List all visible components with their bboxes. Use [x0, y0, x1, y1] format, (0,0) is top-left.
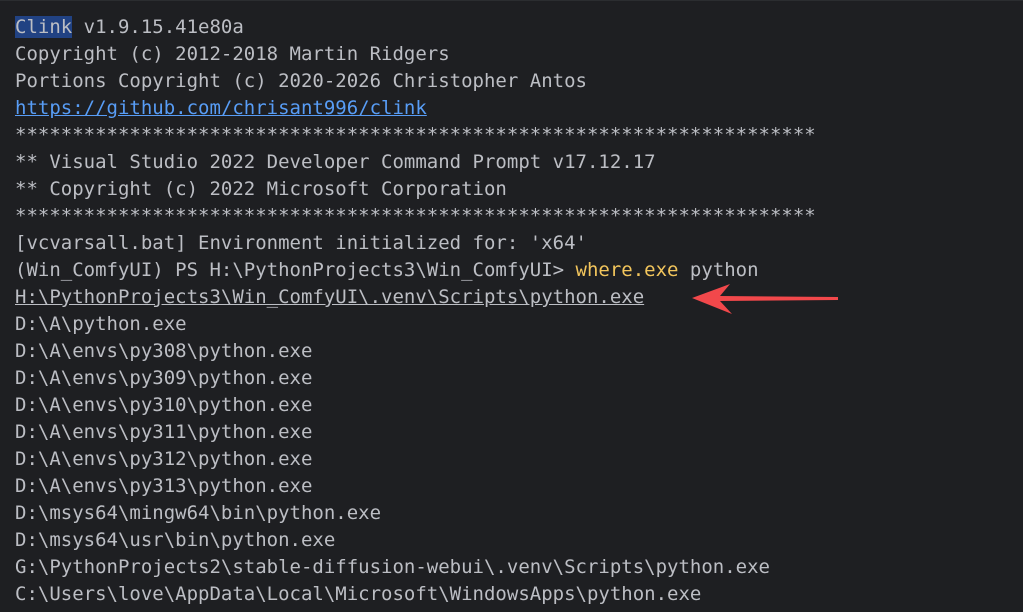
- result-line: G:\PythonProjects2\stable-diffusion-webu…: [15, 556, 770, 578]
- shell-prompt: (Win_ComfyUI) PS H:\PythonProjects3\Win_…: [15, 259, 576, 281]
- clink-name-selection[interactable]: Clink: [15, 16, 73, 38]
- vs-title-line: ** Visual Studio 2022 Developer Command …: [15, 151, 656, 173]
- copyright-line-2: Portions Copyright (c) 2020-2026 Christo…: [15, 70, 587, 92]
- result-line: D:\A\envs\py313\python.exe: [15, 475, 313, 497]
- vcvarsall-line: [vcvarsall.bat] Environment initialized …: [15, 232, 587, 254]
- result-line: D:\A\envs\py309\python.exe: [15, 367, 313, 389]
- result-line: D:\A\envs\py312\python.exe: [15, 448, 313, 470]
- copyright-line-1: Copyright (c) 2012-2018 Martin Ridgers: [15, 43, 450, 65]
- vs-copyright-line: ** Copyright (c) 2022 Microsoft Corporat…: [15, 178, 507, 200]
- result-line: D:\msys64\usr\bin\python.exe: [15, 529, 336, 551]
- result-line: D:\A\envs\py310\python.exe: [15, 394, 313, 416]
- result-line: C:\Users\love\AppData\Local\Microsoft\Wi…: [15, 583, 702, 605]
- clink-version: v1.9.15.41e80a: [72, 16, 244, 38]
- clink-github-link[interactable]: https://github.com/chrisant996/clink: [15, 95, 427, 122]
- separator-line-top: ****************************************…: [15, 124, 816, 146]
- result-line-highlighted[interactable]: H:\PythonProjects3\Win_ComfyUI\.venv\Scr…: [15, 284, 644, 311]
- result-line: D:\A\envs\py308\python.exe: [15, 340, 313, 362]
- result-line: D:\A\python.exe: [15, 313, 187, 335]
- clink-banner-line: Clink v1.9.15.41e80a: [15, 14, 244, 41]
- command-argument: python: [678, 259, 759, 281]
- result-line: D:\msys64\mingw64\bin\python.exe: [15, 502, 382, 524]
- red-arrow-annotation-icon: [692, 284, 838, 314]
- command-text: where.exe: [575, 259, 679, 281]
- prompt-line[interactable]: (Win_ComfyUI) PS H:\PythonProjects3\Win_…: [15, 257, 759, 284]
- result-line: D:\A\envs\py311\python.exe: [15, 421, 313, 443]
- terminal-window[interactable]: Clink v1.9.15.41e80a Copyright (c) 2012-…: [0, 0, 1023, 612]
- separator-line-bottom: ****************************************…: [15, 205, 816, 227]
